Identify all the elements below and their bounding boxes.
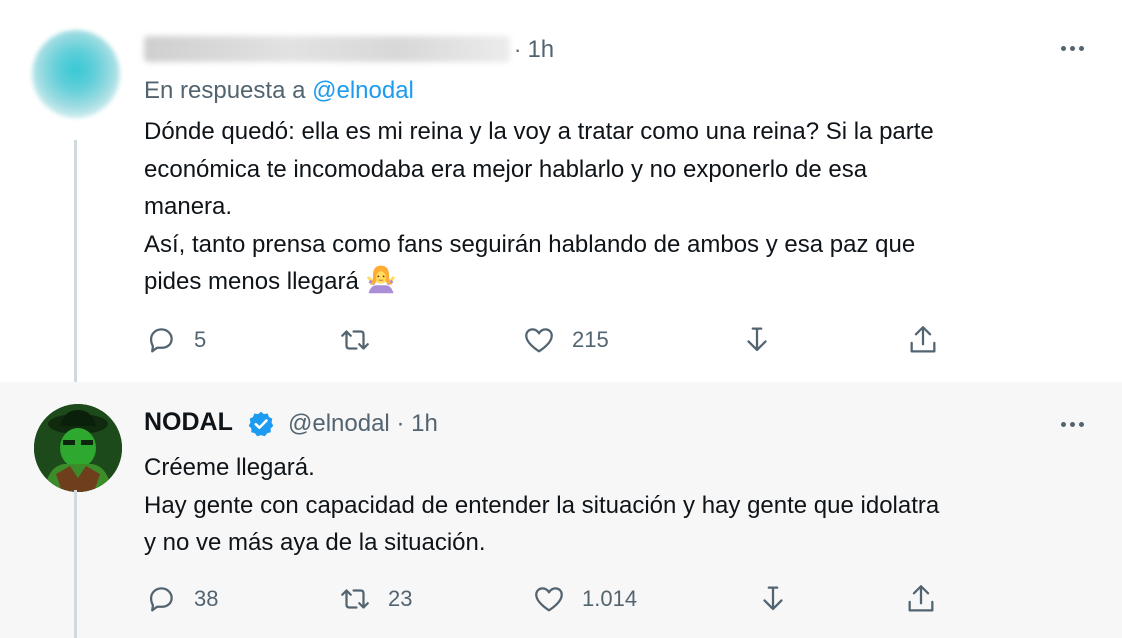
woman-shrugging-icon bbox=[366, 265, 396, 294]
retweet-icon bbox=[341, 589, 369, 609]
tweet-text: Créeme llegará. Hay gente con capacidad … bbox=[144, 454, 940, 556]
retweet-button[interactable] bbox=[338, 323, 388, 357]
more-icon[interactable] bbox=[1056, 412, 1088, 436]
reply-icon bbox=[149, 328, 173, 353]
avatar[interactable] bbox=[32, 30, 120, 118]
tweet-timestamp[interactable]: 1h bbox=[411, 410, 438, 437]
tweet-actions: 5 215 bbox=[0, 323, 1122, 363]
reply-to-handle[interactable]: @elnodal bbox=[312, 77, 414, 104]
save-icon bbox=[747, 327, 767, 352]
tweet-text: Dónde quedó: ella es mi reina y la voy a… bbox=[144, 118, 934, 295]
like-button[interactable]: 215 bbox=[522, 323, 609, 357]
blurred-author-name[interactable] bbox=[144, 36, 510, 62]
share-button[interactable] bbox=[906, 323, 940, 357]
avatar[interactable] bbox=[34, 404, 122, 492]
save-button[interactable] bbox=[740, 323, 774, 357]
save-icon bbox=[763, 586, 783, 611]
share-icon bbox=[910, 326, 936, 353]
more-icon[interactable] bbox=[1056, 36, 1088, 60]
author-meta: @elnodal · 1h bbox=[288, 410, 438, 437]
tweet-reply[interactable]: · 1h En respuesta a @elnodal Dónde quedó… bbox=[0, 0, 1122, 384]
reply-button[interactable]: 38 bbox=[144, 582, 218, 616]
like-icon bbox=[535, 587, 563, 612]
retweet-button[interactable]: 23 bbox=[338, 582, 412, 616]
retweet-icon bbox=[341, 330, 369, 350]
author-name[interactable]: NODAL bbox=[144, 408, 233, 437]
like-icon bbox=[525, 328, 553, 353]
author-handle[interactable]: @elnodal bbox=[288, 410, 390, 437]
reply-icon bbox=[149, 587, 173, 612]
save-button[interactable] bbox=[756, 582, 790, 616]
reply-to-context: En respuesta a @elnodal bbox=[144, 77, 414, 104]
tweet-actions: 38 23 1.014 bbox=[0, 582, 1122, 622]
share-icon bbox=[908, 585, 934, 612]
verified-badge-icon bbox=[248, 411, 274, 437]
reply-button[interactable]: 5 bbox=[144, 323, 206, 357]
like-button[interactable]: 1.014 bbox=[532, 582, 637, 616]
avatar-image bbox=[34, 404, 122, 492]
share-button[interactable] bbox=[904, 582, 938, 616]
tweet-timestamp[interactable]: · 1h bbox=[514, 36, 554, 64]
